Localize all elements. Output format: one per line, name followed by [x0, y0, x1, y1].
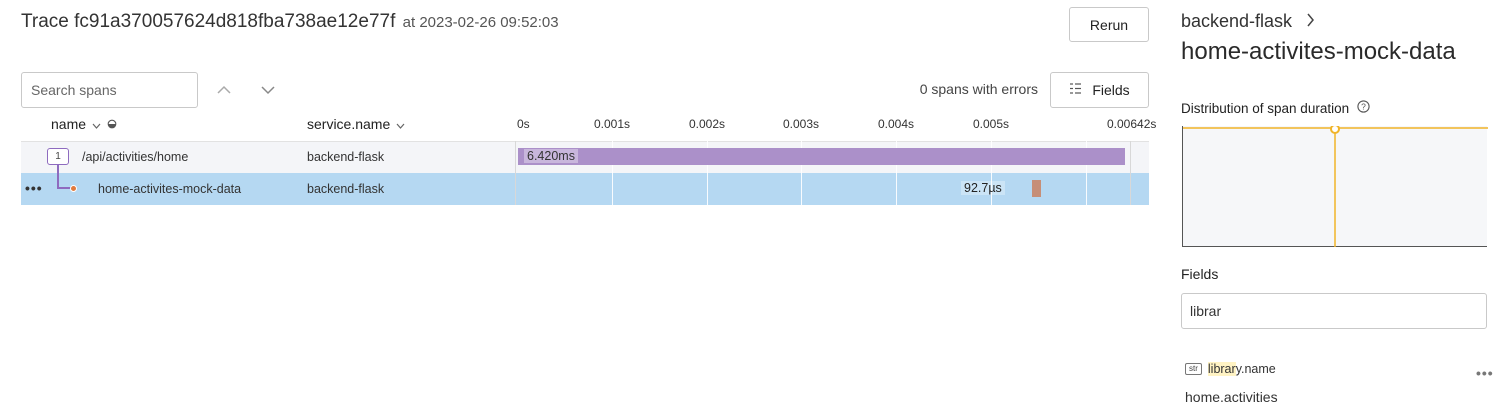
chevron-right-icon — [1306, 11, 1315, 32]
timeline-tick: 0.002s — [689, 117, 726, 131]
fields-filter-input[interactable]: librar — [1181, 293, 1487, 329]
trace-timestamp: at 2023-02-26 09:52:03 — [402, 14, 559, 31]
droplet-icon[interactable] — [107, 116, 117, 132]
tree-connector — [57, 164, 59, 188]
span-service: backend-flask — [307, 182, 385, 196]
chevron-up-icon[interactable] — [214, 80, 234, 100]
fields-button[interactable]: Fields — [1050, 72, 1149, 108]
field-value: home.activities — [1185, 389, 1278, 405]
span-name: home-activites-mock-data — [98, 182, 242, 196]
detail-service-breadcrumb[interactable]: backend-flask — [1181, 11, 1315, 32]
column-header-service[interactable]: service.name — [307, 116, 405, 132]
column-header-name[interactable]: name — [51, 116, 117, 132]
span-duration-distribution-chart[interactable] — [1182, 126, 1488, 247]
rerun-button[interactable]: Rerun — [1069, 7, 1149, 42]
more-options-icon[interactable]: ••• — [25, 180, 43, 196]
page-title: Trace fc91a370057624d818fba738ae12e77f a… — [21, 11, 559, 33]
timeline-tick: 0.005s — [973, 117, 1010, 131]
timeline-tick: 0.001s — [594, 117, 631, 131]
timeline-tick: 0.004s — [878, 117, 915, 131]
svg-text:?: ? — [1361, 102, 1366, 112]
distribution-heading: Distribution of span duration ? — [1181, 100, 1370, 116]
span-bar[interactable] — [1032, 180, 1041, 197]
column-service-label: service.name — [307, 116, 391, 132]
fields-section-label: Fields — [1181, 266, 1219, 282]
span-name: /api/activities/home — [82, 150, 189, 164]
tree-connector — [57, 187, 71, 189]
field-name: library.name — [1207, 362, 1276, 376]
timeline-tick: 0.00642s — [1107, 117, 1157, 131]
field-row[interactable]: str library.name — [1185, 362, 1276, 376]
timeline-tick: 0.003s — [783, 117, 820, 131]
columns-icon — [1069, 82, 1082, 98]
child-count-badge[interactable]: 1 — [47, 148, 69, 165]
detail-service-name: backend-flask — [1181, 11, 1293, 31]
span-duration-label: 6.420ms — [524, 149, 578, 163]
field-more-icon[interactable]: ••• — [1476, 365, 1494, 381]
field-name-rest: y.name — [1235, 362, 1276, 376]
sort-chevron-icon[interactable] — [92, 116, 101, 132]
help-icon[interactable]: ? — [1357, 100, 1370, 116]
errors-count: 0 spans with errors — [919, 81, 1038, 97]
span-duration-label: 92.7µs — [961, 181, 1005, 195]
search-spans-input[interactable]: Search spans — [21, 72, 198, 108]
trace-id-title: Trace fc91a370057624d818fba738ae12e77f — [21, 11, 396, 32]
column-name-label: name — [51, 116, 87, 132]
fields-button-label: Fields — [1092, 82, 1130, 98]
sort-chevron-icon[interactable] — [396, 116, 405, 132]
span-bar[interactable] — [518, 148, 1125, 165]
span-service: backend-flask — [307, 150, 385, 164]
span-dot-icon — [70, 185, 77, 192]
detail-span-name: home-activites-mock-data — [1181, 38, 1456, 65]
field-name-highlight: librar — [1207, 362, 1236, 376]
field-type-badge: str — [1185, 363, 1202, 375]
chevron-down-icon[interactable] — [258, 80, 278, 100]
timeline-tick: 0s — [517, 117, 530, 131]
distribution-label: Distribution of span duration — [1181, 100, 1350, 116]
